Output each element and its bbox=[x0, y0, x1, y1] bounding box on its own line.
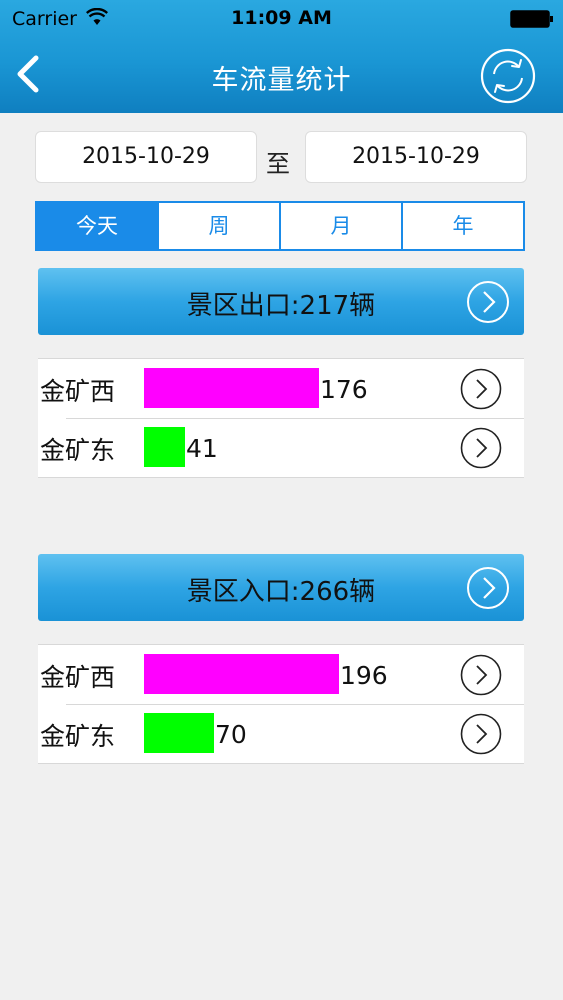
refresh-button[interactable] bbox=[478, 46, 538, 106]
tab-year[interactable]: 年 bbox=[401, 203, 523, 249]
status-time: 11:09 AM bbox=[231, 7, 332, 29]
section-header-exit[interactable]: 景区出口:217辆 bbox=[38, 268, 524, 335]
entrance-list: 金矿西 196 金矿东 70 bbox=[38, 644, 524, 764]
section-header-entrance[interactable]: 景区入口:266辆 bbox=[38, 554, 524, 621]
traffic-bar bbox=[144, 368, 319, 408]
battery-icon bbox=[510, 10, 553, 28]
section-title: 景区入口:266辆 bbox=[186, 577, 376, 607]
traffic-count: 176 bbox=[320, 375, 368, 404]
tab-today[interactable]: 今天 bbox=[37, 203, 157, 249]
gate-name: 金矿西 bbox=[40, 377, 116, 406]
list-item[interactable]: 金矿西 196 bbox=[38, 645, 524, 704]
chevron-right-circle-icon bbox=[467, 281, 509, 323]
section-title: 景区出口:217辆 bbox=[186, 291, 376, 321]
app-header: Carrier 11:09 AM 车流量统计 bbox=[0, 0, 563, 113]
exit-list: 金矿西 176 金矿东 41 bbox=[38, 358, 524, 478]
chevron-right-circle-icon bbox=[460, 713, 502, 755]
chevron-right-circle-icon bbox=[460, 368, 502, 410]
traffic-bar bbox=[144, 654, 339, 694]
chevron-right-circle-icon bbox=[460, 427, 502, 469]
traffic-bar bbox=[144, 427, 185, 467]
gate-name: 金矿东 bbox=[40, 436, 116, 465]
traffic-count: 196 bbox=[340, 661, 388, 690]
nav-bar: 车流量统计 bbox=[0, 38, 563, 113]
traffic-count: 70 bbox=[215, 720, 247, 749]
chevron-right-circle-icon bbox=[460, 654, 502, 696]
end-date-field[interactable]: 2015-10-29 bbox=[305, 131, 527, 183]
period-tabs: 今天 周 月 年 bbox=[35, 201, 525, 251]
status-bar: Carrier 11:09 AM bbox=[0, 0, 563, 38]
chevron-right-circle-icon bbox=[467, 567, 509, 609]
tab-week[interactable]: 周 bbox=[157, 203, 279, 249]
gate-name: 金矿东 bbox=[40, 722, 116, 751]
list-item[interactable]: 金矿东 41 bbox=[38, 418, 524, 477]
list-item[interactable]: 金矿东 70 bbox=[38, 704, 524, 763]
traffic-count: 41 bbox=[186, 434, 218, 463]
gate-name: 金矿西 bbox=[40, 663, 116, 692]
list-item[interactable]: 金矿西 176 bbox=[38, 359, 524, 418]
start-date-field[interactable]: 2015-10-29 bbox=[35, 131, 257, 183]
tab-month[interactable]: 月 bbox=[279, 203, 401, 249]
refresh-icon bbox=[480, 48, 536, 104]
date-separator: 至 bbox=[266, 150, 290, 178]
traffic-bar bbox=[144, 713, 214, 753]
